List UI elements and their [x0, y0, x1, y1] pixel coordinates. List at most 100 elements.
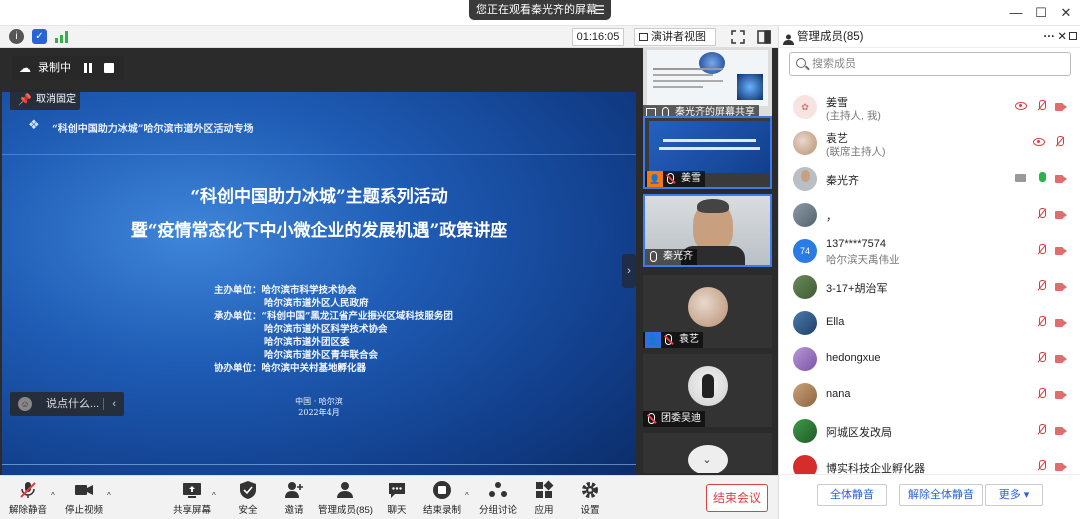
close-window-button[interactable]: ✕ — [1056, 3, 1076, 23]
mic-muted-icon[interactable] — [1038, 208, 1046, 221]
member-row[interactable]: hedongxue — [779, 341, 1080, 377]
pause-icon[interactable] — [82, 62, 94, 74]
camera-icon[interactable] — [1055, 175, 1067, 183]
member-row[interactable]: nana — [779, 377, 1080, 413]
member-row[interactable]: Ella — [779, 305, 1080, 341]
text-line — [659, 147, 760, 150]
popout-icon[interactable] — [1069, 32, 1077, 40]
avatar — [793, 203, 817, 227]
thumbnail-qinguangqi[interactable]: 秦光齐 — [643, 194, 772, 267]
mic-muted-icon[interactable] — [1038, 280, 1046, 293]
fullscreen-icon[interactable] — [731, 30, 745, 44]
share-screen-button[interactable]: 共享屏幕 — [172, 480, 212, 518]
thumbnail-screen-share[interactable]: 秦光齐的屏幕共享 — [643, 48, 772, 121]
more-button[interactable]: 更多 ▾ — [985, 484, 1043, 506]
chevron-up-icon[interactable]: ^ — [212, 491, 216, 500]
unmute-all-button[interactable]: 解除全体静音 — [899, 484, 983, 506]
camera-off-icon[interactable] — [1055, 391, 1067, 399]
slide-organizer-line: 哈尔滨市道外团区委 — [264, 337, 350, 348]
camera-off-icon[interactable] — [1055, 463, 1067, 471]
signal-icon[interactable] — [54, 29, 69, 44]
mic-muted-icon — [667, 173, 674, 184]
mic-muted-icon[interactable] — [1056, 136, 1064, 149]
screen-share-banner[interactable]: 您正在观看秦光齐的屏幕 ☰ — [469, 0, 611, 20]
avatar — [793, 131, 817, 155]
manage-members-button[interactable]: 管理成员(85) — [318, 480, 373, 518]
slide-organizer-line: 承办单位：“科创中国”黑龙江省产业振兴区域科技服务团 — [214, 311, 453, 322]
member-name: 博实科技企业孵化器 — [826, 463, 925, 474]
invite-button[interactable]: 邀请 — [280, 480, 308, 518]
chevron-up-icon[interactable]: ^ — [465, 491, 469, 500]
unmute-button[interactable]: 解除静音 — [8, 480, 48, 518]
chevron-up-icon[interactable]: ^ — [107, 491, 111, 500]
member-row[interactable]: 74 137****7574 哈尔滨天禹伟业 — [779, 233, 1080, 269]
slide-title-1: “科创中国助力冰城”主题系列活动 — [190, 187, 448, 207]
member-row[interactable]: 秦光齐 — [779, 161, 1080, 197]
collapse-thumbnails-button[interactable]: › — [622, 254, 636, 288]
search-members-input[interactable]: 搜索成员 — [789, 52, 1071, 76]
mute-all-button[interactable]: 全体静音 — [817, 484, 887, 506]
mic-muted-icon[interactable] — [1038, 388, 1046, 401]
chevron-up-icon[interactable]: ^ — [51, 491, 55, 500]
avatar — [793, 419, 817, 443]
stop-icon[interactable] — [104, 63, 114, 73]
avatar — [793, 311, 817, 335]
member-row[interactable]: 3-17+胡治军 — [779, 269, 1080, 305]
slide-organizer-line: 哈尔滨市道外区科学技术协会 — [264, 324, 388, 335]
mic-muted-icon[interactable] — [1038, 424, 1046, 437]
stop-video-button[interactable]: 停止视频 — [64, 480, 104, 518]
sidebar-toggle-icon[interactable] — [757, 30, 771, 44]
shield-icon[interactable]: ✓ — [32, 29, 47, 44]
mic-muted-icon[interactable] — [1038, 100, 1046, 113]
close-panel-icon[interactable]: ✕ — [1057, 26, 1067, 48]
chat-placeholder: 说点什么... — [46, 398, 100, 410]
camera-off-icon[interactable] — [1055, 427, 1067, 435]
quick-chat-input[interactable]: ☺ 说点什么... ‹ — [10, 392, 124, 416]
mic-muted-icon — [648, 413, 655, 424]
chevron-left-icon[interactable]: ‹ — [112, 392, 116, 416]
mic-muted-icon[interactable] — [1038, 244, 1046, 257]
unpin-button[interactable]: 📌 取消固定 — [10, 90, 80, 110]
breakout-rooms-button[interactable]: 分组讨论 — [478, 480, 518, 518]
member-row[interactable]: ， — [779, 197, 1080, 233]
more-options-icon[interactable]: ··· — [1044, 26, 1056, 48]
share-screen-icon — [182, 480, 202, 500]
view-mode-button[interactable]: 演讲者视图 — [634, 28, 716, 46]
mic-muted-icon — [665, 334, 672, 345]
mic-muted-icon[interactable] — [1038, 316, 1046, 329]
end-recording-button[interactable]: 结束录制 — [422, 480, 462, 518]
camera-off-icon[interactable] — [1055, 211, 1067, 219]
member-row[interactable]: ✿ 姜雪 (主持人, 我) — [779, 89, 1080, 125]
member-row[interactable]: 袁艺 (联席主持人) — [779, 125, 1080, 161]
chevron-down-icon[interactable]: ⌄ — [698, 453, 716, 467]
thumbnail-tuanweiwudi[interactable]: 团委吴迪 — [643, 354, 772, 427]
camera-off-icon[interactable] — [1055, 247, 1067, 255]
camera-off-icon[interactable] — [1055, 283, 1067, 291]
avatar — [793, 455, 817, 474]
end-meeting-button[interactable]: 结束会议 — [706, 484, 768, 512]
thumbnail-yuanyi[interactable]: 👤 袁艺 — [643, 275, 772, 348]
meeting-timer: 01:16:05 — [572, 28, 624, 46]
security-button[interactable]: 安全 — [234, 480, 262, 518]
text-line — [663, 139, 756, 142]
thumbnail-jiangxue[interactable]: 👤 姜雪 — [643, 116, 772, 189]
camera-off-icon[interactable] — [1055, 355, 1067, 363]
mic-muted-icon[interactable] — [1038, 460, 1046, 473]
mic-muted-icon[interactable] — [1038, 352, 1046, 365]
recording-indicator: ☁ 录制中 — [12, 56, 124, 80]
chat-button[interactable]: 聊天 — [385, 480, 409, 518]
info-icon[interactable]: i — [9, 29, 24, 44]
emoji-icon[interactable]: ☺ — [18, 397, 32, 411]
settings-button[interactable]: 设置 — [576, 480, 604, 518]
apps-button[interactable]: 应用 — [530, 480, 558, 518]
member-row[interactable]: 博实科技企业孵化器 — [779, 449, 1080, 474]
camera-off-icon[interactable] — [1055, 319, 1067, 327]
maximize-button[interactable]: ☐ — [1031, 3, 1051, 23]
camera-icon[interactable] — [1055, 103, 1067, 111]
member-row[interactable]: 阿城区发改局 — [779, 413, 1080, 449]
members-icon — [335, 480, 355, 500]
minimize-button[interactable]: — — [1006, 3, 1026, 23]
mic-on-icon[interactable] — [1038, 172, 1046, 185]
thumbnail-partial[interactable]: ⌄ — [643, 433, 772, 473]
menu-icon[interactable]: ☰ — [594, 0, 605, 20]
